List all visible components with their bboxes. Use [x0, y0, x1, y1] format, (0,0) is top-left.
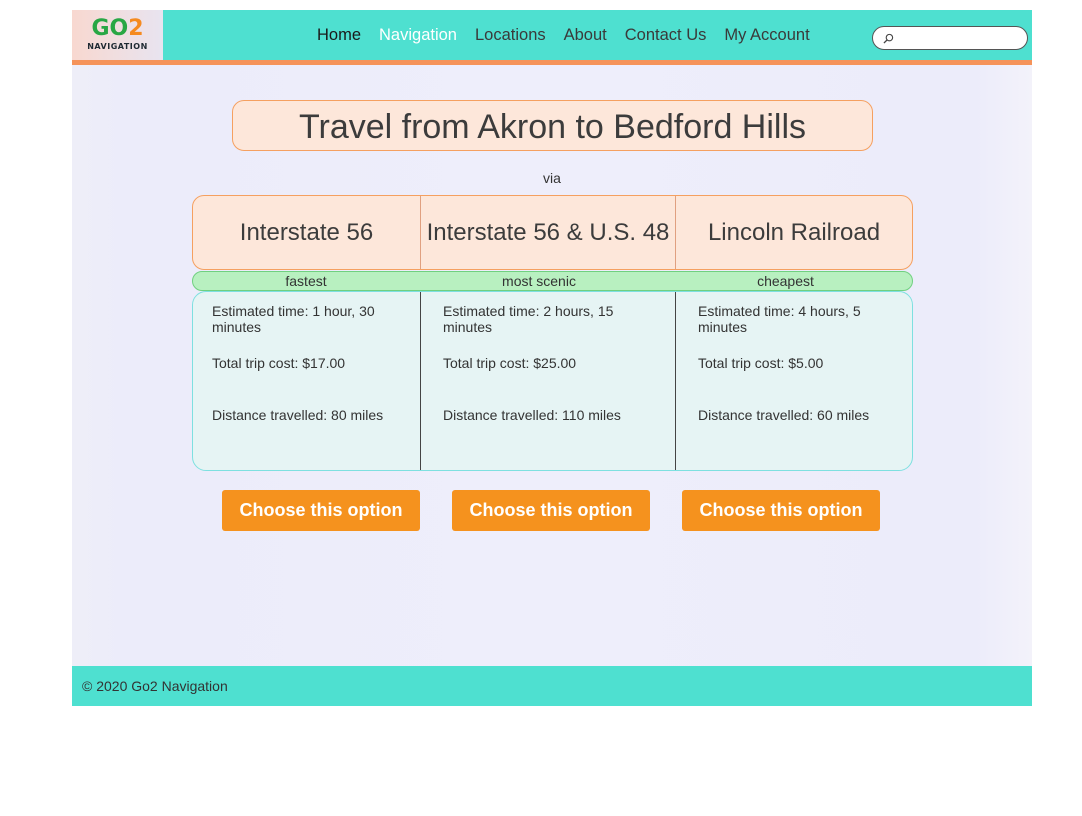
route-tag: most scenic [502, 273, 576, 289]
via-label: via [543, 170, 561, 186]
nav-my-account[interactable]: My Account [724, 26, 809, 45]
route-tag: cheapest [757, 273, 814, 289]
distance: Distance travelled: 110 miles [443, 407, 621, 423]
route-details: Estimated time: 2 hours, 15 minutes Tota… [420, 292, 675, 470]
main-content: Travel from Akron to Bedford Hills via I… [72, 65, 1032, 666]
page-title: Travel from Akron to Bedford Hills [232, 100, 873, 151]
routes-table: Interstate 56 Interstate 56 & U.S. 48 Li… [192, 195, 913, 471]
logo-text: GO2 [91, 16, 144, 41]
logo[interactable]: GO2 NAVIGATION [72, 10, 163, 60]
footer: © 2020 Go2 Navigation [72, 666, 1032, 706]
route-name: Lincoln Railroad [675, 196, 912, 269]
main-nav: Home Navigation Locations About Contact … [317, 10, 828, 60]
route-names-row: Interstate 56 Interstate 56 & U.S. 48 Li… [192, 195, 913, 270]
site-container: GO2 NAVIGATION Home Navigation Locations… [72, 10, 1032, 706]
choose-option-button-1[interactable]: Choose this option [222, 490, 420, 531]
logo-subtitle: NAVIGATION [87, 42, 148, 51]
route-details: Estimated time: 4 hours, 5 minutes Total… [675, 292, 912, 470]
estimated-time: Estimated time: 4 hours, 5 minutes [698, 303, 861, 335]
search-box[interactable] [872, 26, 1028, 50]
route-details-row: Estimated time: 1 hour, 30 minutes Total… [192, 291, 913, 471]
choose-option-button-3[interactable]: Choose this option [682, 490, 880, 531]
route-tags-row: fastest most scenic cheapest [192, 271, 913, 291]
estimated-time: Estimated time: 2 hours, 15 minutes [443, 303, 614, 335]
nav-navigation[interactable]: Navigation [379, 26, 457, 45]
nav-locations[interactable]: Locations [475, 26, 546, 45]
choose-option-button-2[interactable]: Choose this option [452, 490, 650, 531]
route-name: Interstate 56 [239, 218, 374, 246]
header: GO2 NAVIGATION Home Navigation Locations… [72, 10, 1032, 60]
nav-contact-us[interactable]: Contact Us [625, 26, 707, 45]
nav-about[interactable]: About [564, 26, 607, 45]
trip-cost: Total trip cost: $5.00 [698, 355, 824, 371]
trip-cost: Total trip cost: $17.00 [212, 355, 346, 371]
route-name: Interstate 56 & U.S. 48 [420, 196, 675, 269]
route-tag: fastest [285, 273, 327, 289]
trip-cost: Total trip cost: $25.00 [443, 355, 577, 371]
distance: Distance travelled: 60 miles [698, 407, 870, 423]
estimated-time: Estimated time: 1 hour, 30 minutes [212, 303, 375, 335]
search-input[interactable] [897, 29, 1021, 47]
route-details: Estimated time: 1 hour, 30 minutes Total… [193, 292, 420, 470]
choose-buttons: Choose this option Choose this option Ch… [222, 490, 912, 531]
nav-home[interactable]: Home [317, 26, 361, 45]
distance: Distance travelled: 80 miles [212, 407, 384, 423]
search-icon [883, 33, 894, 44]
footer-copyright: © 2020 Go2 Navigation [82, 678, 228, 694]
